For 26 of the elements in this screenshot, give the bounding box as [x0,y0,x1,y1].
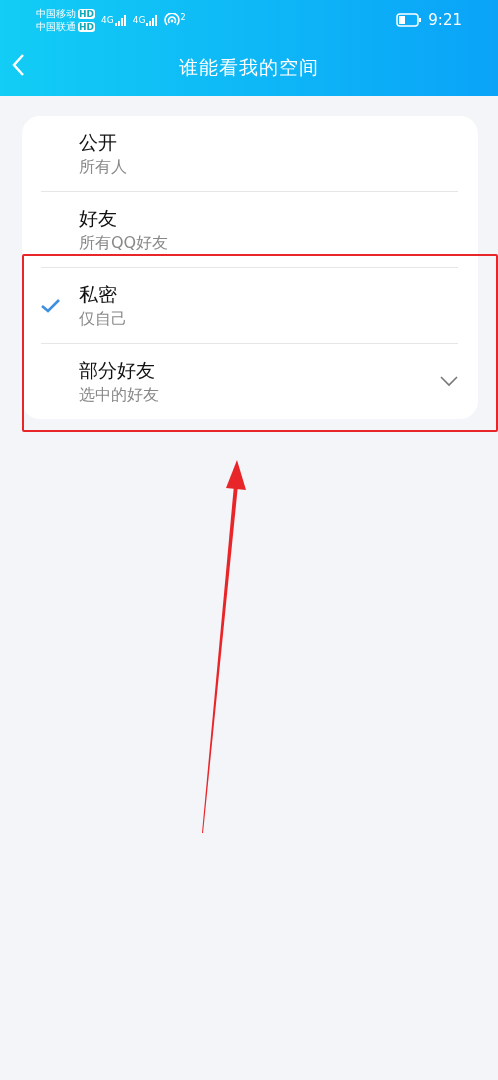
network-type: 4G [132,14,146,25]
signal-icon [146,14,159,26]
privacy-option[interactable]: 公开 所有人 [41,116,458,192]
hotspot-icon [164,13,181,27]
hd-badge: HD [78,21,95,32]
privacy-option[interactable]: 部分好友 选中的好友 [41,344,458,419]
option-subtitle: 所有QQ好友 [79,232,170,253]
page-title: 谁能看我的空间 [179,55,319,80]
privacy-option[interactable]: 好友 所有QQ好友 [41,192,458,268]
hotspot-count: 2 [180,13,186,22]
option-title: 部分好友 [79,358,156,382]
option-subtitle: 仅自己 [79,308,128,329]
option-subtitle: 选中的好友 [79,384,160,405]
signal-icon [114,14,127,26]
privacy-option[interactable]: 私密 仅自己 [41,268,458,344]
status-time: 9:21 [428,11,462,29]
option-title: 好友 [79,206,118,230]
chevron-down-icon[interactable] [440,376,458,387]
option-subtitle: 所有人 [79,156,128,177]
hd-badge: HD [78,8,95,19]
option-title: 私密 [79,282,118,306]
option-title: 公开 [79,130,118,154]
battery-icon [396,13,423,27]
carrier-name: 中国联通 [36,20,76,33]
carrier-name: 中国移动 [36,7,76,20]
network-type: 4G [101,14,114,25]
